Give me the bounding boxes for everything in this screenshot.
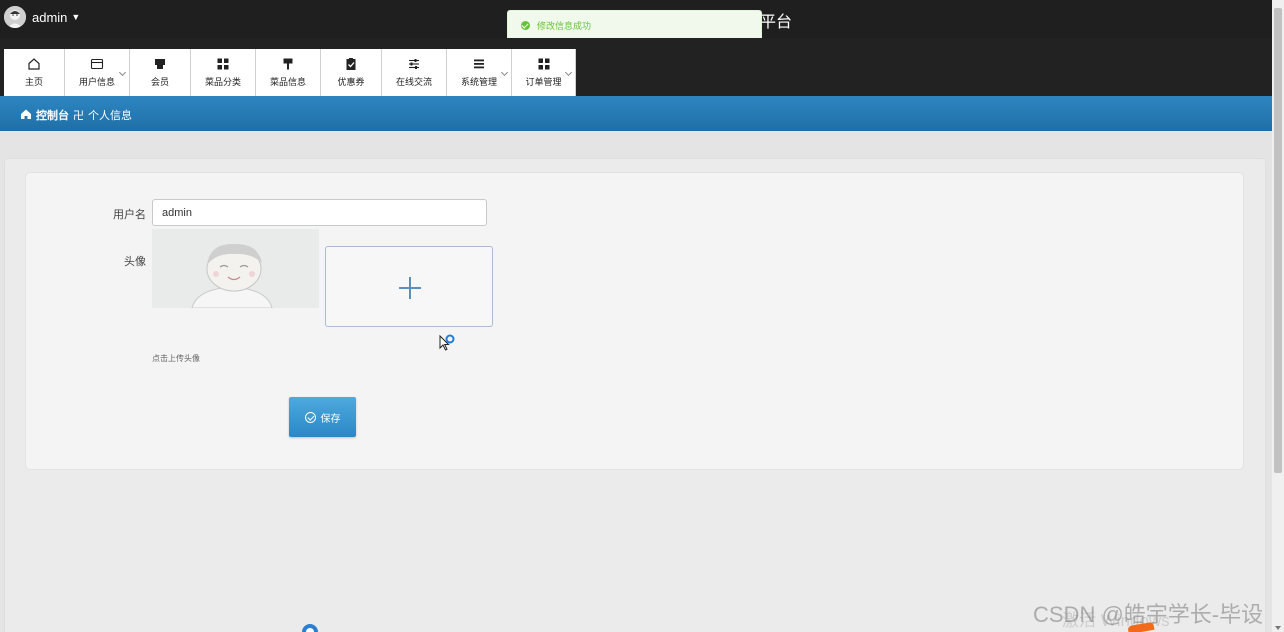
user-avatar xyxy=(4,6,26,28)
avatar-label: 头像 xyxy=(124,256,146,268)
brush-icon xyxy=(281,57,295,71)
scroll-down-arrow-icon[interactable] xyxy=(1275,626,1281,630)
chevron-down-icon xyxy=(564,68,573,77)
nav-label: 主页 xyxy=(24,77,43,87)
user-menu[interactable]: admin ▼ xyxy=(4,6,80,28)
nav-item-dish-info[interactable]: 菜品信息 xyxy=(256,49,321,96)
vertical-scrollbar[interactable] xyxy=(1272,0,1284,632)
nav-item-order-manage[interactable]: 订单管理 xyxy=(512,49,576,96)
save-button-label: 保存 xyxy=(320,413,341,425)
list-icon xyxy=(472,57,486,71)
chevron-down-icon xyxy=(500,68,509,77)
nav-label: 系统管理 xyxy=(460,77,497,87)
toast-message: 修改信息成功 xyxy=(537,21,592,31)
chevron-down-icon xyxy=(118,68,127,77)
check-circle-icon xyxy=(304,411,316,423)
card-icon xyxy=(90,57,104,71)
grid-icon xyxy=(537,57,551,71)
home-icon xyxy=(27,57,41,71)
username-text: admin xyxy=(32,9,68,25)
save-button[interactable]: 保存 xyxy=(289,397,356,437)
nav-label: 会员 xyxy=(150,77,169,87)
store-icon xyxy=(153,57,167,71)
nav-item-dish-category[interactable]: 菜品分类 xyxy=(191,49,256,96)
nav-menu: 主页 用户信息 会员 菜品分类 菜品信息 优惠券 在线交流 系统管理 订单管理 xyxy=(4,49,576,96)
nav-item-user-info[interactable]: 用户信息 xyxy=(65,49,130,96)
scrollbar-thumb[interactable] xyxy=(1274,8,1282,473)
breadcrumb: 控制台 卍 个人信息 xyxy=(20,107,132,123)
breadcrumb-current: 个人信息 xyxy=(88,110,132,122)
success-check-icon xyxy=(521,21,530,30)
nav-label: 在线交流 xyxy=(395,77,432,87)
nav-item-system-manage[interactable]: 系统管理 xyxy=(447,49,512,96)
nav-item-member[interactable]: 会员 xyxy=(130,49,191,96)
username-label: 用户名 xyxy=(113,209,146,221)
nav-label: 用户信息 xyxy=(78,77,115,87)
upload-hint: 点击上传头像 xyxy=(152,354,200,363)
nav-label: 菜品分类 xyxy=(204,77,241,87)
nav-label: 优惠券 xyxy=(337,77,365,87)
clipboard-check-icon xyxy=(344,57,358,71)
avatar-upload-box[interactable] xyxy=(325,246,493,327)
breadcrumb-separator-icon: 卍 xyxy=(73,110,84,122)
nav-item-online-chat[interactable]: 在线交流 xyxy=(382,49,447,96)
nav-item-home[interactable]: 主页 xyxy=(4,49,65,96)
nav-item-coupon[interactable]: 优惠券 xyxy=(321,49,382,96)
home-icon xyxy=(20,108,32,123)
sliders-icon xyxy=(407,57,421,71)
success-toast: 修改信息成功 xyxy=(507,10,762,41)
caret-down-icon: ▼ xyxy=(71,12,81,22)
avatar-preview-image xyxy=(152,229,319,308)
nav-bar: 主页 用户信息 会员 菜品分类 菜品信息 优惠券 在线交流 系统管理 订单管理 xyxy=(0,38,1284,96)
breadcrumb-bar: 控制台 卍 个人信息 xyxy=(0,96,1272,131)
nav-label: 订单管理 xyxy=(525,77,562,87)
grid-icon xyxy=(216,57,230,71)
breadcrumb-home[interactable]: 控制台 xyxy=(36,107,69,123)
site-title: 平台 xyxy=(760,14,793,31)
username-input[interactable] xyxy=(152,199,487,226)
nav-label: 菜品信息 xyxy=(269,77,306,87)
mouse-cursor-icon xyxy=(438,334,458,357)
